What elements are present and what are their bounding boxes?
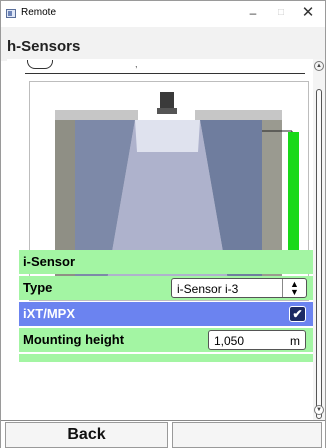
- mounting-height-label: Mounting height: [23, 332, 125, 347]
- mounting-height-value: 1,050: [214, 334, 245, 348]
- mounting-height-unit: m: [290, 334, 300, 348]
- sensor-section-header: i-Sensor: [19, 250, 313, 274]
- mounting-height-input[interactable]: 1,050 m: [208, 330, 306, 350]
- partial-control: [27, 60, 53, 69]
- title-bar: Remote – □ ✕: [1, 1, 325, 27]
- level-bar: [288, 132, 299, 267]
- sensor-section-title: i-Sensor: [23, 254, 76, 269]
- next-row-partial: [19, 354, 313, 362]
- minimize-button[interactable]: –: [240, 3, 266, 23]
- remote-window: Remote – □ ✕ h-Sensors , i-Sensor Type i…: [0, 0, 326, 448]
- ixt-mpx-label: iXT/MPX: [23, 306, 76, 321]
- scroll-down-icon[interactable]: ▼: [314, 405, 324, 415]
- footer-bar: Back: [1, 420, 325, 448]
- type-select[interactable]: i-Sensor i-3 ▲ ▼: [171, 278, 307, 298]
- up-down-arrows-icon[interactable]: ▲ ▼: [283, 279, 306, 297]
- scroll-content: ,: [7, 59, 313, 420]
- beam-highlight: [135, 120, 200, 152]
- vertical-scrollbar[interactable]: ▲ ▼: [313, 59, 325, 420]
- partially-visible-row[interactable]: ,: [25, 59, 305, 74]
- ixt-mpx-row[interactable]: iXT/MPX ✔: [19, 302, 313, 326]
- partial-text: ,: [135, 59, 138, 69]
- ixt-mpx-checkbox[interactable]: ✔: [289, 306, 306, 322]
- secondary-button[interactable]: [172, 422, 322, 448]
- close-button[interactable]: ✕: [295, 3, 321, 23]
- page-header: h-Sensors: [1, 27, 325, 61]
- mounting-height-row: Mounting height 1,050 m: [19, 328, 313, 352]
- type-label: Type: [23, 280, 53, 295]
- right-wall-top: [195, 110, 282, 120]
- app-icon: [6, 9, 16, 18]
- sensor-mount: [157, 108, 177, 114]
- window-title: Remote: [21, 7, 57, 18]
- page-title: h-Sensors: [7, 38, 81, 55]
- type-select-value: i-Sensor i-3: [177, 282, 239, 296]
- type-row: Type i-Sensor i-3 ▲ ▼: [19, 276, 313, 300]
- scroll-up-icon[interactable]: ▲: [314, 61, 324, 71]
- back-button[interactable]: Back: [5, 422, 168, 448]
- left-wall-top: [55, 110, 138, 120]
- maximize-button[interactable]: □: [268, 3, 294, 23]
- scrollbar-thumb[interactable]: [316, 89, 322, 419]
